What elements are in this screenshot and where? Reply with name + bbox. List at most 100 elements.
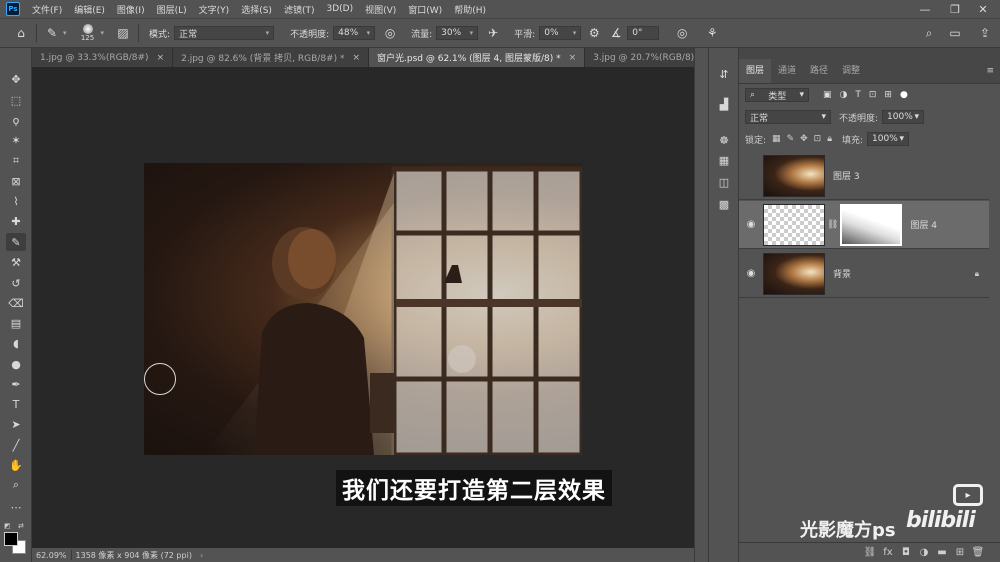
filter-pixel-icon[interactable]: ▣ [823, 90, 832, 100]
swatches-icon[interactable]: ▦ [716, 152, 732, 168]
menu-view[interactable]: 视图(V) [359, 3, 402, 16]
document-canvas[interactable] [144, 163, 582, 455]
layer-name[interactable]: 图层 3 [833, 169, 860, 182]
path-selection-tool-icon[interactable]: ➤ [6, 415, 26, 433]
add-mask-icon[interactable]: ◘ [897, 547, 915, 558]
search-icon[interactable]: ⌕ [920, 24, 938, 42]
histogram-icon[interactable]: ▟ [716, 96, 732, 112]
history-brush-tool-icon[interactable]: ↺ [6, 274, 26, 292]
eraser-tool-icon[interactable]: ⌫ [6, 294, 26, 312]
filter-toggle-icon[interactable]: ● [900, 90, 908, 100]
close-icon[interactable]: × [352, 53, 360, 63]
menu-layer[interactable]: 图层(L) [151, 3, 193, 16]
lock-pixels-icon[interactable]: ✎ [787, 134, 795, 144]
gradient-tool-icon[interactable]: ▤ [6, 314, 26, 332]
menu-help[interactable]: 帮助(H) [448, 3, 492, 16]
gear-icon[interactable]: ⚙ [585, 24, 603, 42]
menu-edit[interactable]: 编辑(E) [68, 3, 111, 16]
eye-icon[interactable]: ◉ [739, 219, 763, 230]
menu-window[interactable]: 窗口(W) [402, 3, 448, 16]
move-tool-icon[interactable]: ✥ [6, 70, 26, 88]
tab-adjustments[interactable]: 调整 [835, 63, 867, 83]
filter-shape-icon[interactable]: ⊡ [869, 90, 877, 100]
properties-icon[interactable]: ⇵ [716, 66, 732, 82]
gradients-icon[interactable]: ◫ [716, 174, 732, 190]
filter-smart-object-icon[interactable]: ⊞ [884, 90, 892, 100]
default-colors-icon[interactable]: ◩ [4, 522, 11, 530]
crop-tool-icon[interactable]: ⌗ [6, 152, 26, 170]
menu-image[interactable]: 图像(I) [111, 3, 151, 16]
frame-tool-icon[interactable]: ⊠ [6, 172, 26, 190]
airbrush-icon[interactable]: ✈ [484, 24, 502, 42]
panel-menu-icon[interactable]: ≡ [980, 66, 1000, 83]
pressure-size-icon[interactable]: ◎ [673, 24, 691, 42]
blend-mode-select[interactable]: 正常 ▾ [745, 110, 831, 124]
marquee-tool-icon[interactable]: ⬚ [6, 91, 26, 109]
panel-collapse-strip[interactable] [694, 48, 708, 562]
layer-filter-select[interactable]: ⌕ 类型 ▾ [745, 88, 809, 102]
close-icon[interactable]: × [157, 53, 165, 63]
tab-doc-3[interactable]: 窗户光.psd @ 62.1% (图层 4, 图层蒙版/8) * × [369, 48, 586, 67]
eye-icon[interactable]: ◉ [739, 268, 763, 279]
angle-field[interactable]: 0° [627, 26, 660, 40]
zoom-tool-icon[interactable]: ⌕ [6, 476, 26, 494]
home-icon[interactable]: ⌂ [12, 24, 30, 42]
line-tool-icon[interactable]: ╱ [6, 436, 26, 454]
folder-icon[interactable]: ▬ [933, 547, 951, 558]
tab-paths[interactable]: 路径 [803, 63, 835, 83]
layer-row-3[interactable]: 图层 3 [739, 152, 989, 200]
filter-adjustment-icon[interactable]: ◑ [840, 90, 848, 100]
lock-icon[interactable]: 🔒︎ [827, 134, 832, 144]
layer-row-background[interactable]: ◉ 背景 🔒︎ [739, 250, 989, 298]
pen-tool-icon[interactable]: ✒ [6, 375, 26, 393]
chevron-down-icon[interactable]: ▾ [63, 29, 67, 37]
document-info[interactable]: 1358 像素 x 904 像素 (72 ppi) [72, 550, 196, 561]
layer-opacity-field[interactable]: 100% ▾ [882, 110, 925, 124]
lock-artboard-icon[interactable]: ⊡ [814, 134, 822, 144]
lock-transparent-icon[interactable]: ▦ [772, 134, 781, 144]
layer-name[interactable]: 背景 [833, 267, 851, 280]
lasso-tool-icon[interactable]: ϙ [6, 111, 26, 129]
restore-button[interactable]: ❐ [940, 0, 970, 18]
brush-settings-icon[interactable]: ▨ [114, 24, 132, 42]
brush-tool-icon[interactable]: ✎ [6, 233, 26, 251]
more-tools-icon[interactable]: ⋯ [6, 498, 26, 516]
patterns-icon[interactable]: ▩ [716, 196, 732, 212]
eyedropper-tool-icon[interactable]: ⌇ [6, 192, 26, 210]
menu-type[interactable]: 文字(Y) [193, 3, 236, 16]
menu-3d[interactable]: 3D(D) [320, 4, 359, 14]
foreground-color-swatch[interactable] [4, 532, 18, 546]
pressure-opacity-icon[interactable]: ◎ [381, 24, 399, 42]
mode-select[interactable]: 正常 ▾ [174, 26, 275, 40]
new-layer-icon[interactable]: ⊞ [951, 547, 969, 558]
layer-mask-thumbnail[interactable] [840, 203, 903, 246]
fill-field[interactable]: 100% ▾ [867, 132, 910, 146]
menu-select[interactable]: 选择(S) [235, 3, 278, 16]
lock-position-icon[interactable]: ✥ [800, 134, 808, 144]
tab-channels[interactable]: 通道 [771, 63, 803, 83]
trash-icon[interactable]: 🗑︎ [969, 547, 987, 558]
chevron-right-icon[interactable]: › [196, 551, 207, 560]
close-button[interactable]: ✕ [968, 0, 998, 18]
swap-colors-icon[interactable]: ⇄ [18, 522, 24, 530]
clone-stamp-tool-icon[interactable]: ⚒ [6, 253, 26, 271]
menu-filter[interactable]: 滤镜(T) [278, 3, 321, 16]
blur-tool-icon[interactable]: ◖ [6, 334, 26, 352]
magic-wand-tool-icon[interactable]: ✶ [6, 131, 26, 149]
menu-file[interactable]: 文件(F) [26, 3, 68, 16]
fx-icon[interactable]: fx [879, 547, 897, 558]
type-tool-icon[interactable]: T [6, 395, 26, 413]
chevron-down-icon[interactable]: ▾ [101, 29, 105, 37]
brush-icon[interactable]: ✎ [43, 24, 61, 42]
close-icon[interactable]: × [569, 53, 577, 63]
color-icon[interactable]: ☸ [716, 132, 732, 148]
smoothing-field[interactable]: 0% ▾ [539, 26, 582, 40]
share-icon[interactable]: ⇪ [976, 24, 994, 42]
hand-tool-icon[interactable]: ✋ [6, 456, 26, 474]
tab-doc-2[interactable]: 2.jpg @ 82.6% (背景 拷贝, RGB/8#) * × [173, 48, 370, 67]
brush-preset-picker[interactable]: 125 [77, 24, 99, 42]
workspace-icon[interactable]: ▭ [946, 24, 964, 42]
zoom-level[interactable]: 62.09% [32, 551, 71, 560]
link-layers-icon[interactable]: ⛓ [861, 547, 879, 558]
flow-field[interactable]: 30% ▾ [436, 26, 479, 40]
